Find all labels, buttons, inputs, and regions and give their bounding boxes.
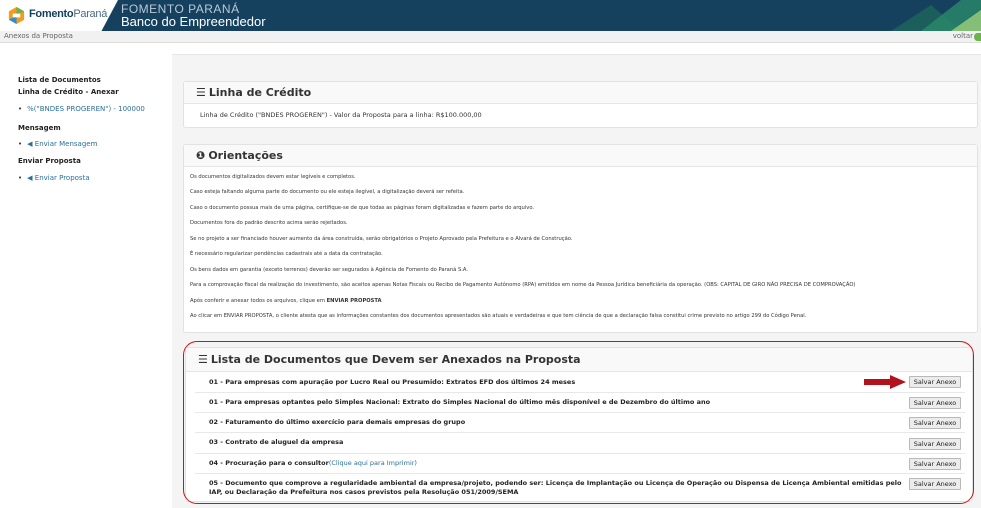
list-icon: ☰ <box>198 353 208 366</box>
save-attachment-button[interactable]: Salvar Anexo <box>909 458 961 470</box>
breadcrumb-bar: Anexos da Proposta voltar <box>0 31 981 43</box>
send-icon: ◀ <box>27 140 33 148</box>
app-header: FomentoParaná FOMENTO PARANÁ Banco do Em… <box>0 0 981 31</box>
document-row: 04 - Procuração para o consultor(Clique … <box>209 459 417 467</box>
list-icon: ☰ <box>196 86 206 99</box>
logo: FomentoParaná <box>0 0 118 31</box>
document-row: 05 - Documento que comprove a regularida… <box>209 479 902 487</box>
info-icon: ❶ <box>196 149 206 162</box>
panel-header: ❶ Orientações <box>184 145 977 167</box>
sidebar-item-label: %("BNDES PROGEREN") - 100000 <box>27 105 145 113</box>
orientation-line: Os bens dados em garantia (exceto terren… <box>190 267 469 273</box>
orientation-line: Para a comprovação fiscal da realização … <box>190 282 856 288</box>
sidebar-item-send-proposal[interactable]: • ◀ Enviar Proposta <box>18 174 90 182</box>
divider <box>195 432 965 433</box>
save-attachment-button[interactable]: Salvar Anexo <box>909 376 961 388</box>
save-attachment-button[interactable]: Salvar Anexo <box>909 478 961 490</box>
orientation-line-submit: Após conferir e anexar todos os arquivos… <box>190 298 382 304</box>
credit-text: Linha de Crédito ("BNDES PROGEREN") - Va… <box>200 111 482 119</box>
orientation-line: Documentos fora do padrão descrito acima… <box>190 220 348 226</box>
sidebar-heading-message: Mensagem <box>18 124 61 132</box>
panel-header: ☰ Lista de Documentos que Devem ser Anexa… <box>186 348 972 372</box>
header-decoration-icon <box>891 0 981 31</box>
breadcrumb: Anexos da Proposta <box>4 32 73 40</box>
logo-text: FomentoParaná <box>29 8 108 20</box>
arrow-right-icon <box>864 375 906 389</box>
document-row: 01 - Para empresas com apuração por Lucr… <box>209 378 576 386</box>
sidebar-item-send-message[interactable]: • ◀ Enviar Mensagem <box>18 140 97 148</box>
divider <box>195 412 965 413</box>
panel-header: ☰ Linha de Crédito <box>184 82 977 104</box>
sidebar-heading-credit: Linha de Crédito - Anexar <box>18 88 119 96</box>
save-attachment-button[interactable]: Salvar Anexo <box>909 438 961 450</box>
sidebar-item-label: Enviar Mensagem <box>34 140 98 148</box>
orientation-line: Caso o documento possua mais de uma pági… <box>190 205 535 211</box>
header-subtitle: Banco do Empreendedor <box>121 14 266 29</box>
send-icon: ◀ <box>27 174 33 182</box>
print-link[interactable]: (Clique aqui para Imprimir) <box>329 459 417 467</box>
divider <box>195 392 965 393</box>
save-attachment-button[interactable]: Salvar Anexo <box>909 397 961 409</box>
sidebar-heading-submit: Enviar Proposta <box>18 157 81 165</box>
orientation-line: É necessário regularizar pendências cada… <box>190 251 383 257</box>
logo-mark-icon <box>8 6 25 25</box>
document-row-continued: IAP, ou Declaração da Prefeitura nos cas… <box>209 488 519 496</box>
document-row: 03 - Contrato de aluguel da empresa <box>209 438 344 446</box>
sidebar: Lista de Documentos Linha de Crédito - A… <box>0 43 172 508</box>
back-link[interactable]: voltar <box>953 32 973 40</box>
divider <box>195 453 965 454</box>
sidebar-heading-documents: Lista de Documentos <box>18 76 101 84</box>
sidebar-item-credit-line[interactable]: • %("BNDES PROGEREN") - 100000 <box>18 105 145 113</box>
panel-title: Lista de Documentos que Devem ser Anexad… <box>210 353 581 366</box>
bullet-icon: • <box>18 140 23 148</box>
back-icon[interactable] <box>974 33 981 41</box>
bullet-icon: • <box>18 105 23 113</box>
orientation-line: Os documentos digitalizados devem estar … <box>190 174 356 180</box>
bullet-icon: • <box>18 174 23 182</box>
document-row: 01 - Para empresas optantes pelo Simples… <box>209 398 711 406</box>
save-attachment-button[interactable]: Salvar Anexo <box>909 417 961 429</box>
panel-title: Orientações <box>208 149 283 162</box>
credit-panel: ☰ Linha de Crédito Linha de Crédito ("BND… <box>183 81 978 128</box>
orientation-line: Se no projeto a ser financiado houver au… <box>190 236 573 242</box>
orientation-line: Caso esteja faltando alguma parte do doc… <box>190 189 465 195</box>
document-row: 02 - Faturamento do último exercício par… <box>209 418 466 426</box>
panel-title: Linha de Crédito <box>208 86 312 99</box>
orientation-panel: ❶ Orientações Os documentos digitalizados… <box>183 144 978 333</box>
sidebar-item-label: Enviar Proposta <box>34 174 90 182</box>
orientation-line: Ao clicar em ENVIAR PROPOSTA, o cliente … <box>190 313 807 319</box>
divider <box>195 473 965 474</box>
